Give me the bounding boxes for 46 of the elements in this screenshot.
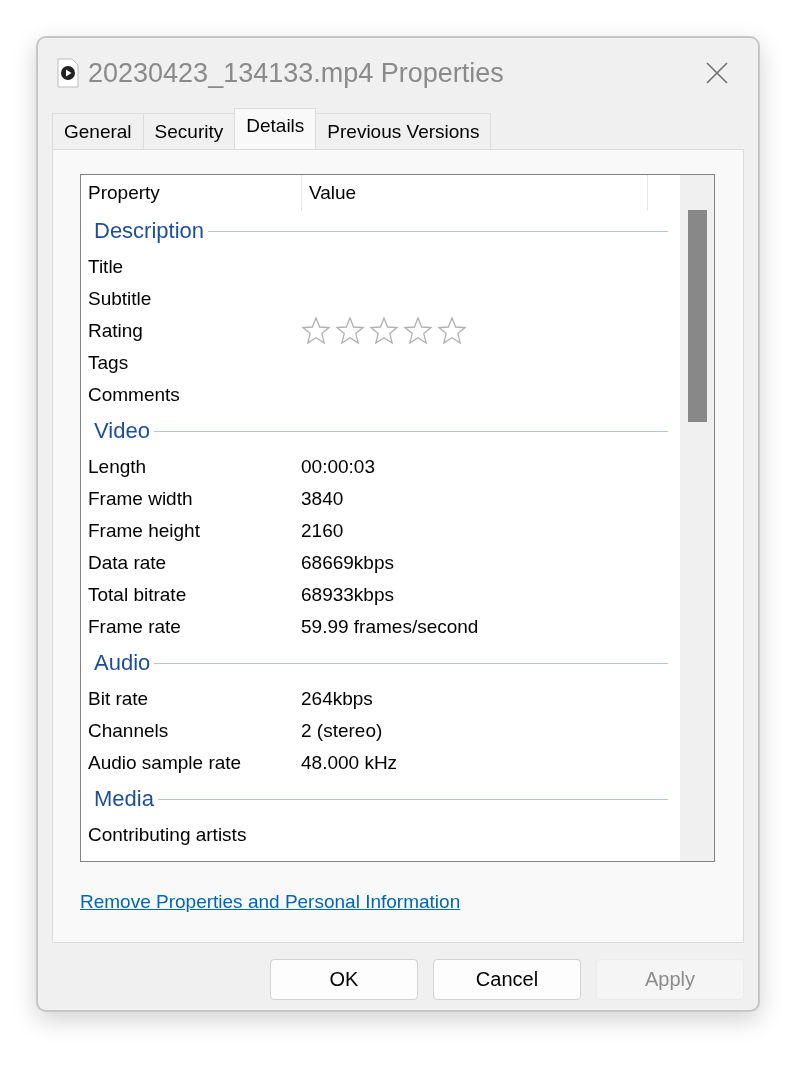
property-name: Contributing artists <box>87 824 248 846</box>
property-name: Length <box>87 456 148 478</box>
group-header: Audio <box>94 650 151 676</box>
dialog-button[interactable]: OK <box>270 959 418 1000</box>
dialog-button[interactable]: Cancel <box>433 959 581 1000</box>
property-name: Audio sample rate <box>87 752 243 774</box>
property-name: Rating <box>87 320 144 342</box>
property-name: Data rate <box>87 552 168 574</box>
window-title: 20230423_134133.mp4 Properties <box>88 57 505 89</box>
group-header: Description <box>94 218 205 244</box>
property-name: Frame width <box>87 488 194 510</box>
star-icon[interactable] <box>369 316 399 346</box>
property-name: Bit rate <box>87 688 150 710</box>
property-value: 3840 <box>301 488 344 510</box>
property-value: 68669kbps <box>301 552 394 574</box>
property-value: 68933kbps <box>301 584 394 606</box>
video-file-icon <box>56 58 80 88</box>
star-icon[interactable] <box>301 316 331 346</box>
property-name: Total bitrate <box>87 584 188 606</box>
column-header[interactable]: Property <box>81 175 302 211</box>
property-name: Frame rate <box>87 616 182 638</box>
property-name: Tags <box>87 352 130 374</box>
star-icon[interactable] <box>403 316 433 346</box>
property-name: Subtitle <box>87 288 153 310</box>
column-header[interactable]: Value <box>302 175 648 211</box>
scrollbar[interactable] <box>680 175 714 861</box>
tab[interactable]: General <box>52 113 144 149</box>
property-name: Comments <box>87 384 181 406</box>
property-value: 2160 <box>301 520 344 542</box>
star-icon[interactable] <box>437 316 467 346</box>
group-header: Video <box>94 418 150 444</box>
remove-properties-link[interactable]: Remove Properties and Personal Information <box>80 891 461 913</box>
scroll-thumb[interactable] <box>687 210 707 422</box>
property-value: 264kbps <box>301 688 373 710</box>
group-header: Media <box>94 786 154 812</box>
property-value: 2 (stereo) <box>301 720 383 742</box>
property-name: Title <box>87 256 125 278</box>
property-value: 59.99 frames/second <box>301 616 479 638</box>
tab[interactable]: Previous Versions <box>315 113 492 149</box>
property-name: Frame height <box>87 520 201 542</box>
property-value: 48.000 kHz <box>301 752 398 774</box>
property-value: 00:00:03 <box>301 456 375 478</box>
star-icon[interactable] <box>335 316 365 346</box>
property-name: Channels <box>87 720 170 742</box>
close-icon[interactable] <box>706 62 728 84</box>
tab[interactable]: Details <box>234 108 317 149</box>
